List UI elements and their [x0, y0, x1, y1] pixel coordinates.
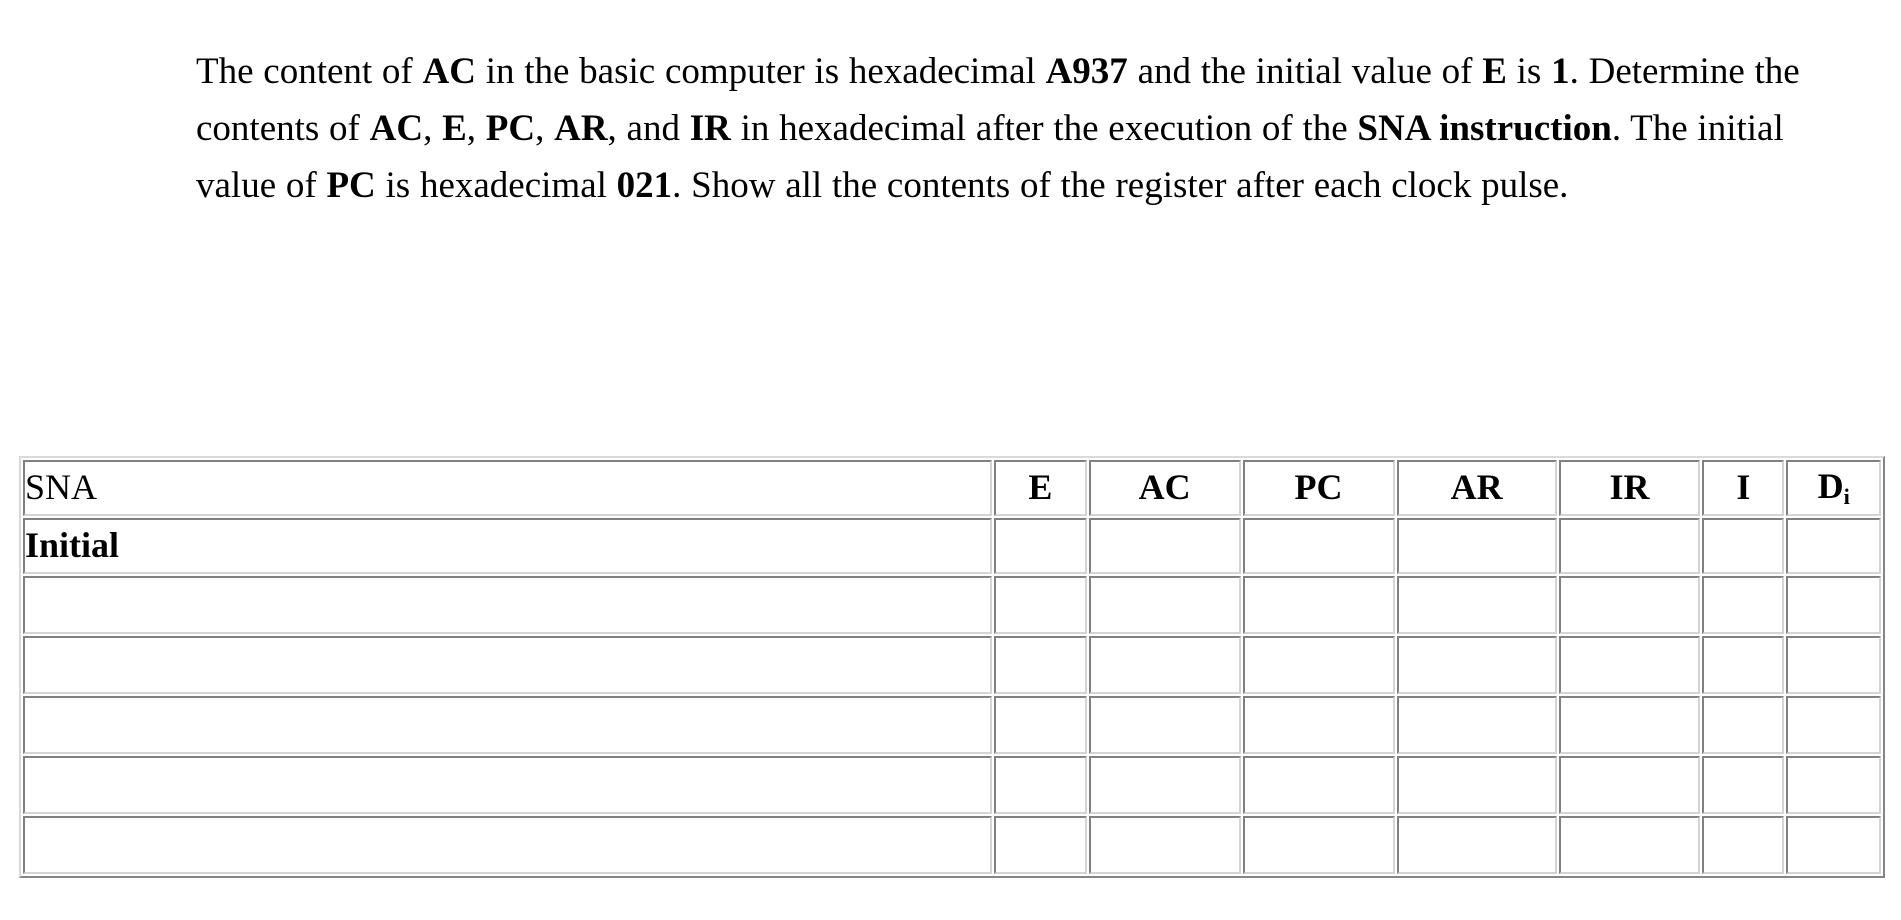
row-label[interactable] [23, 576, 993, 634]
question-run: is hexadecimal [375, 165, 617, 206]
cell-e[interactable] [994, 696, 1087, 754]
question-run: . Show all the contents of the register … [672, 165, 1569, 206]
question-emphasis: E [442, 108, 467, 149]
cell-ar[interactable] [1396, 816, 1557, 874]
cell-i[interactable] [1702, 636, 1785, 694]
question-emphasis: 021 [616, 165, 673, 206]
row-label[interactable] [23, 756, 993, 814]
cell-ac[interactable] [1088, 756, 1241, 814]
cell-i[interactable] [1702, 576, 1785, 634]
cell-ac[interactable] [1088, 696, 1241, 754]
header-ac: AC [1088, 460, 1241, 516]
question-run: is [1506, 51, 1552, 92]
question-emphasis: PC [485, 108, 536, 149]
header-e: E [994, 460, 1087, 516]
cell-ir[interactable] [1558, 636, 1701, 694]
header-pc: PC [1242, 460, 1395, 516]
cell-e[interactable] [994, 756, 1087, 814]
question-emphasis: SNA instruction [1357, 108, 1612, 149]
row-label-initial: Initial [23, 518, 993, 574]
cell-ir[interactable] [1558, 756, 1701, 814]
cell-ac[interactable] [1088, 636, 1241, 694]
cell-pc[interactable] [1242, 696, 1395, 754]
question-run: , [535, 108, 555, 149]
question-paragraph: The content of AC in the basic computer … [196, 43, 1868, 214]
cell-i[interactable] [1702, 816, 1785, 874]
row-label[interactable] [23, 636, 993, 694]
cell-ir[interactable] [1558, 696, 1701, 754]
header-ir: IR [1558, 460, 1701, 516]
cell-pc[interactable] [1242, 576, 1395, 634]
cell-ac[interactable] [1088, 816, 1241, 874]
cell-ir[interactable] [1558, 816, 1701, 874]
cell-i[interactable] [1702, 756, 1785, 814]
cell-e[interactable] [994, 576, 1087, 634]
cell-d[interactable] [1786, 756, 1881, 814]
cell-d[interactable] [1786, 576, 1881, 634]
cell-ir[interactable] [1558, 576, 1701, 634]
cell-pc[interactable] [1242, 816, 1395, 874]
cell-d[interactable] [1786, 636, 1881, 694]
cell-ir[interactable] [1558, 518, 1701, 574]
cell-ar[interactable] [1396, 696, 1557, 754]
register-table-container: SNA E AC PC AR IR I Di Initial [19, 456, 1885, 878]
question-run: The content of [196, 51, 423, 92]
question-emphasis: AC [369, 108, 424, 149]
cell-d[interactable] [1786, 518, 1881, 574]
cell-pc[interactable] [1242, 756, 1395, 814]
question-run: in the basic computer is hexadecimal [475, 51, 1046, 92]
question-emphasis: PC [326, 165, 376, 206]
cell-d[interactable] [1786, 816, 1881, 874]
cell-ac[interactable] [1088, 576, 1241, 634]
question-run: in hexadecimal after the execution of th… [730, 108, 1358, 149]
table-row [23, 816, 1881, 874]
cell-pc[interactable] [1242, 636, 1395, 694]
cell-ac[interactable] [1088, 518, 1241, 574]
cell-i[interactable] [1702, 518, 1785, 574]
cell-e[interactable] [994, 636, 1087, 694]
question-block: The content of AC in the basic computer … [196, 6, 1868, 251]
header-instruction: SNA [23, 460, 993, 516]
question-emphasis: AR [554, 108, 608, 149]
question-emphasis: AC [422, 51, 476, 92]
cell-ar[interactable] [1396, 636, 1557, 694]
question-run: , and [607, 108, 690, 149]
question-emphasis: E [1482, 51, 1507, 92]
table-row [23, 756, 1881, 814]
header-i: I [1702, 460, 1785, 516]
table-row [23, 576, 1881, 634]
cell-ar[interactable] [1396, 518, 1557, 574]
table-row: Initial [23, 518, 1881, 574]
header-d-base: D [1817, 465, 1844, 506]
register-trace-table: SNA E AC PC AR IR I Di Initial [19, 456, 1885, 878]
row-label[interactable] [23, 816, 993, 874]
cell-ar[interactable] [1396, 756, 1557, 814]
cell-pc[interactable] [1242, 518, 1395, 574]
row-label[interactable] [23, 696, 993, 754]
question-emphasis: 1 [1551, 51, 1570, 92]
header-d-subscript-i: Di [1786, 460, 1881, 516]
cell-e[interactable] [994, 816, 1087, 874]
question-run: , [466, 108, 486, 149]
header-d-sub: i [1843, 483, 1850, 509]
cell-ar[interactable] [1396, 576, 1557, 634]
cell-i[interactable] [1702, 696, 1785, 754]
header-ar: AR [1396, 460, 1557, 516]
cell-d[interactable] [1786, 696, 1881, 754]
question-run: and the initial value of [1127, 51, 1483, 92]
question-emphasis: A937 [1045, 51, 1128, 92]
table-row [23, 696, 1881, 754]
cell-e[interactable] [994, 518, 1087, 574]
question-emphasis: IR [689, 108, 731, 149]
table-header-row: SNA E AC PC AR IR I Di [23, 460, 1881, 516]
question-run: , [423, 108, 443, 149]
table-row [23, 636, 1881, 694]
